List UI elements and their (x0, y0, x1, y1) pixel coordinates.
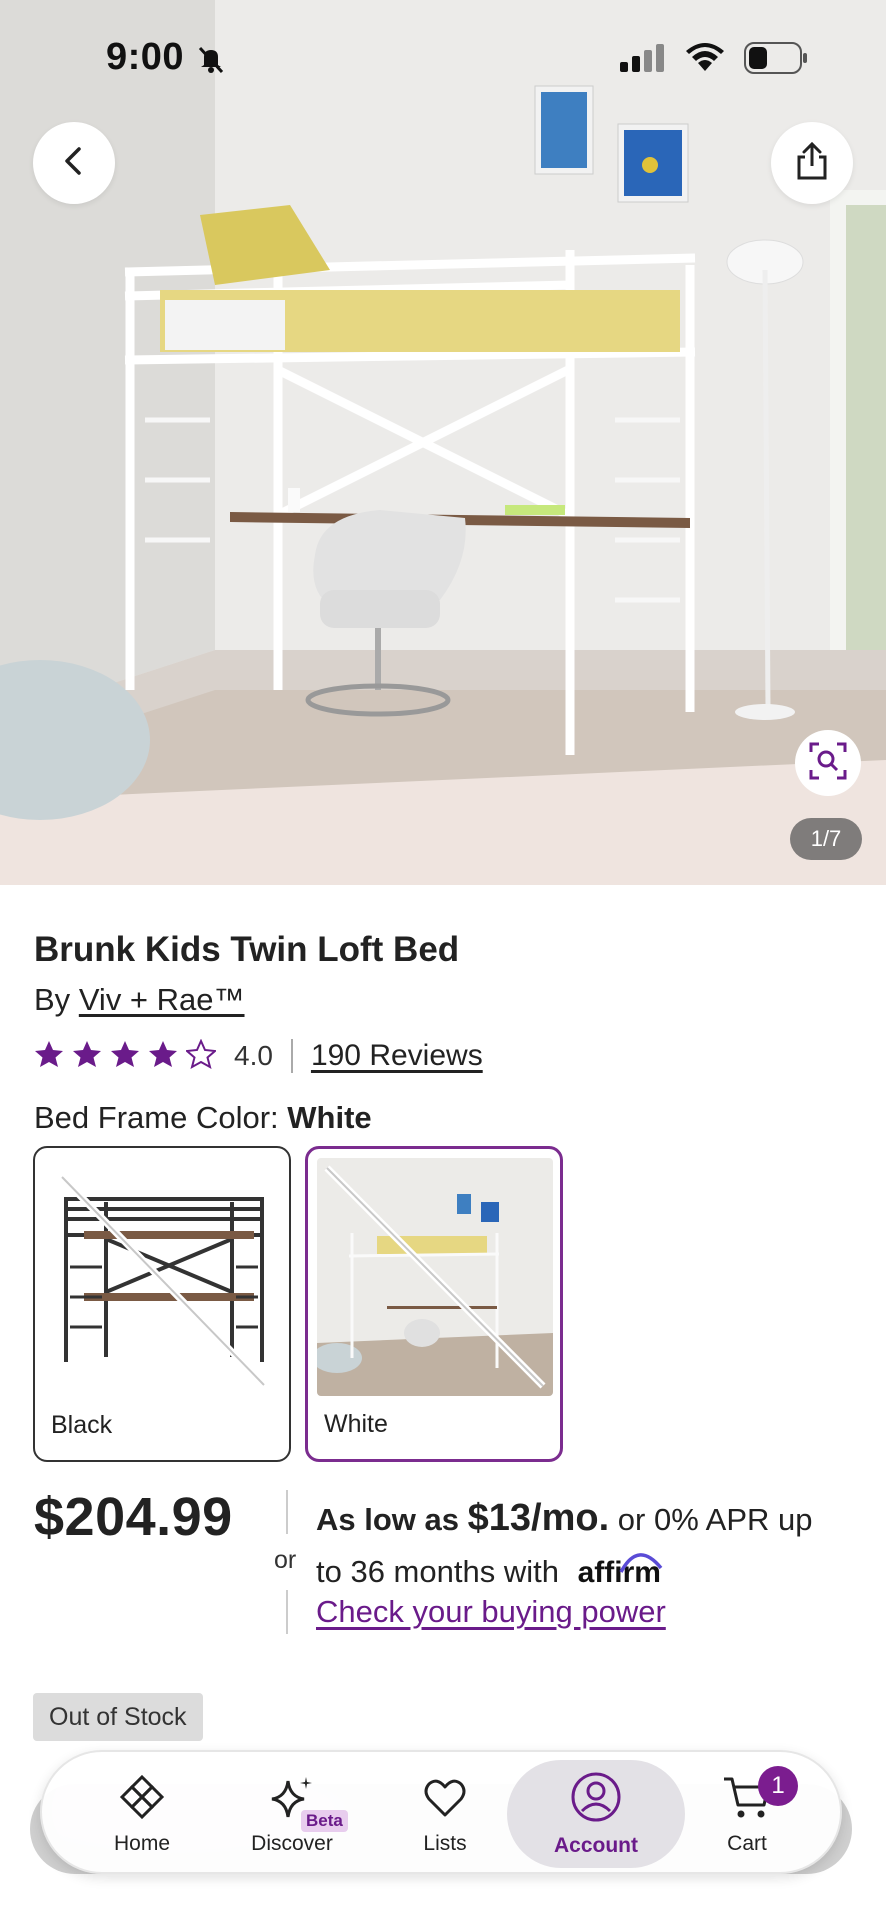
financing-prefix: As low as (316, 1502, 459, 1537)
swatch-white[interactable]: White (305, 1146, 563, 1462)
product-title: Brunk Kids Twin Loft Bed (34, 930, 460, 969)
loft-bed-photo (0, 0, 886, 885)
nav-label: Lists (423, 1831, 467, 1855)
brand-prefix: By (34, 982, 71, 1017)
rating-value: 4.0 (234, 1040, 273, 1071)
check-buying-power-link[interactable]: Check your buying power (316, 1594, 666, 1630)
product-price: $204.99 (34, 1487, 233, 1547)
silent-mode-icon (196, 44, 226, 79)
swatch-label: Black (51, 1411, 113, 1439)
battery-icon (744, 42, 808, 79)
image-counter: 1/7 (790, 818, 862, 860)
affirm-arc-icon (619, 1553, 662, 1573)
nav-account[interactable]: Account (507, 1760, 685, 1868)
status-bar: 9:00 (0, 0, 886, 120)
chevron-left-icon (61, 146, 87, 181)
option-label: Bed Frame Color: (34, 1100, 279, 1135)
image-search-icon (809, 742, 847, 785)
bottom-navigation: Home Beta Discover Lists Account 1 Cart (40, 1750, 842, 1874)
cellular-signal-icon (620, 44, 666, 77)
wifi-icon (684, 43, 726, 78)
swatch-label: White (324, 1410, 388, 1438)
heart-icon (421, 1773, 469, 1826)
nav-label: Account (554, 1833, 638, 1857)
star-filled-icon (148, 1039, 178, 1074)
reviews-link[interactable]: 190 Reviews (311, 1039, 483, 1073)
beta-badge: Beta (301, 1810, 348, 1832)
option-selected-value: White (287, 1100, 372, 1135)
divider-line (286, 1590, 288, 1634)
star-empty-icon (184, 1038, 218, 1074)
status-time: 9:00 (106, 36, 185, 78)
divider-line (286, 1490, 288, 1534)
affirm-logo: affirm (578, 1553, 662, 1589)
rating-row[interactable]: 4.0 190 Reviews (34, 1036, 483, 1076)
financing-line2: to 36 months with (316, 1554, 559, 1589)
rating-stars (34, 1038, 218, 1074)
swatch-black-image (44, 1157, 280, 1395)
rating-divider (290, 1039, 293, 1073)
nav-label: Cart (727, 1831, 767, 1855)
share-button[interactable] (771, 122, 853, 204)
price-or-divider: or (272, 1490, 302, 1636)
star-filled-icon (110, 1039, 140, 1074)
financing-amount: $13/mo. (467, 1497, 610, 1539)
nav-label: Home (113, 1831, 171, 1855)
product-image-gallery[interactable]: 9:00 1/7 (0, 0, 886, 885)
financing-offer: As low as $13/mo. or 0% APR up to 36 mon… (316, 1492, 856, 1599)
visual-search-button[interactable] (795, 730, 861, 796)
product-page: 9:00 1/7 Brunk Kids Twin Loft Bed By Viv… (0, 0, 886, 1920)
cart-count-badge: 1 (758, 1766, 798, 1806)
swatch-white-image (317, 1158, 553, 1396)
nav-lists[interactable]: Lists (370, 1752, 520, 1876)
brand-link[interactable]: Viv + Rae™ (79, 982, 245, 1017)
nav-discover[interactable]: Beta Discover (217, 1752, 367, 1876)
back-button[interactable] (33, 122, 115, 204)
nav-home[interactable]: Home (67, 1752, 217, 1876)
option-label-row: Bed Frame Color: White (34, 1100, 372, 1136)
star-filled-icon (34, 1039, 64, 1074)
account-icon (570, 1771, 622, 1828)
share-icon (795, 141, 829, 186)
nav-cart[interactable]: 1 Cart (672, 1752, 822, 1876)
financing-mid: or 0% APR up (617, 1502, 813, 1537)
star-filled-icon (72, 1039, 102, 1074)
or-label: or (274, 1546, 297, 1574)
brand-row: By Viv + Rae™ (34, 982, 245, 1018)
nav-label: Discover (251, 1831, 333, 1855)
stock-status-badge: Out of Stock (33, 1693, 203, 1741)
home-diamond-icon (118, 1773, 166, 1826)
swatch-black[interactable]: Black (33, 1146, 291, 1462)
